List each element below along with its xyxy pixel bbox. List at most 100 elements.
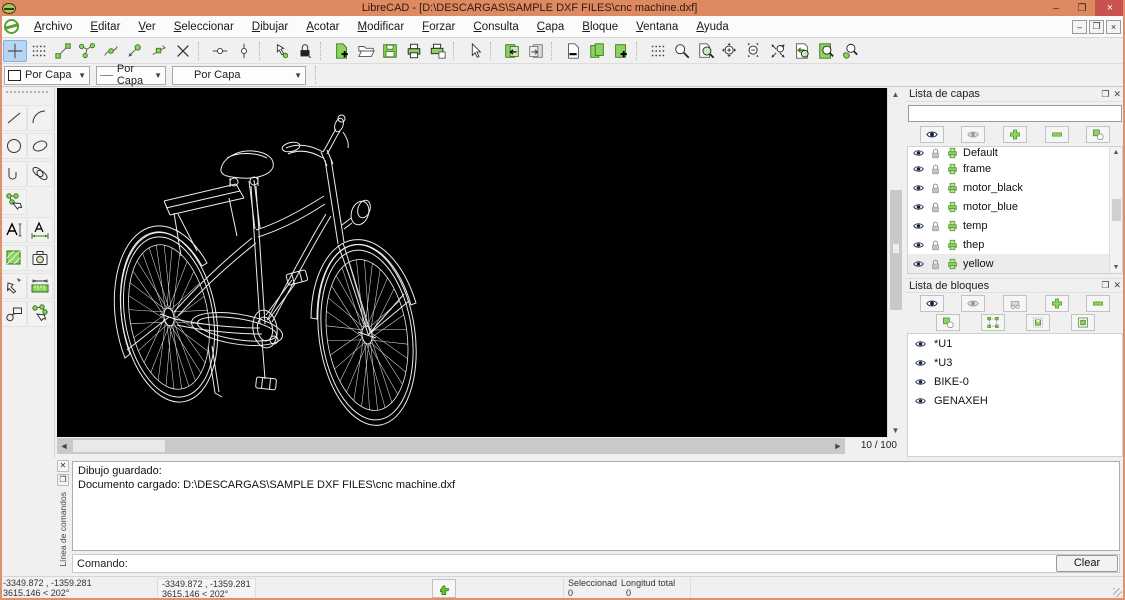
save-button[interactable]: [378, 40, 402, 62]
grab-mode-button[interactable]: [432, 579, 456, 598]
dimension-tool-button[interactable]: [27, 217, 53, 243]
open-file-button[interactable]: [354, 40, 378, 62]
eye-icon[interactable]: [912, 220, 925, 232]
snap-endpoint-button[interactable]: [51, 40, 75, 62]
maximize-button[interactable]: ❐: [1069, 1, 1095, 15]
zoom-auto-button[interactable]: [766, 40, 790, 62]
menu-acotar[interactable]: Acotar: [297, 18, 348, 36]
hatch-tool-button[interactable]: [1, 245, 27, 271]
print-icon[interactable]: [946, 201, 959, 213]
snap-grid-button[interactable]: [27, 40, 51, 62]
linewidth-combobox[interactable]: Por Capa ▼: [96, 66, 166, 85]
close-drawing-button[interactable]: [561, 40, 585, 62]
scroll-down-icon[interactable]: ▼: [1113, 264, 1120, 271]
drawing-canvas[interactable]: [57, 88, 887, 437]
palette-drag-handle[interactable]: [6, 91, 48, 97]
zoom-pan-button[interactable]: [838, 40, 862, 62]
menu-consulta[interactable]: Consulta: [464, 18, 527, 36]
menu-bloque[interactable]: Bloque: [573, 18, 627, 36]
eye-icon[interactable]: [914, 338, 927, 350]
arc-tool-button[interactable]: [27, 105, 53, 131]
lock-icon[interactable]: [929, 239, 942, 251]
float-panel-icon[interactable]: ❐: [1101, 280, 1109, 291]
print-preview-button[interactable]: [426, 40, 450, 62]
layer-list-scrollbar[interactable]: ▲ ▼: [1109, 147, 1122, 273]
show-all-layers-button[interactable]: [920, 126, 944, 143]
menu-seleccionar[interactable]: Seleccionar: [165, 18, 243, 36]
hide-all-layers-button[interactable]: [961, 126, 985, 143]
menu-archivo[interactable]: Archivo: [25, 18, 81, 36]
new-file-button[interactable]: [330, 40, 354, 62]
close-button[interactable]: ×: [1095, 0, 1125, 16]
close-panel-icon[interactable]: ✕: [1113, 280, 1121, 291]
command-input[interactable]: [134, 556, 1056, 571]
print-icon[interactable]: [946, 147, 959, 159]
scroll-up-icon[interactable]: ▲: [1113, 149, 1120, 156]
menu-ayuda[interactable]: Ayuda: [687, 18, 737, 36]
remove-layer-button[interactable]: [1045, 126, 1069, 143]
print-icon[interactable]: [946, 220, 959, 232]
zoom-page-button[interactable]: [814, 40, 838, 62]
block-row[interactable]: GENAXEH: [908, 391, 1122, 410]
measure-tool-button[interactable]: [27, 273, 53, 299]
duplicate-drawing-button[interactable]: [585, 40, 609, 62]
edit-layer-button[interactable]: [1086, 126, 1110, 143]
set-relative-zero-button[interactable]: [269, 40, 293, 62]
vscroll-thumb[interactable]: [890, 190, 902, 310]
spline-tool-button[interactable]: [1, 161, 27, 187]
print-icon[interactable]: [946, 163, 959, 175]
layer-row-selected[interactable]: yellow: [908, 254, 1122, 273]
save-block-button[interactable]: [1026, 314, 1050, 331]
canvas-vertical-scrollbar[interactable]: ▲ ▼: [887, 88, 903, 437]
lock-icon[interactable]: [929, 147, 942, 159]
rename-block-button[interactable]: [936, 314, 960, 331]
scroll-down-icon[interactable]: ▼: [888, 424, 903, 437]
circle-tool-button[interactable]: [1, 133, 27, 159]
lock-icon[interactable]: [929, 182, 942, 194]
menu-modificar[interactable]: Modificar: [348, 18, 413, 36]
print-icon[interactable]: [946, 258, 959, 270]
image-tool-button[interactable]: [27, 245, 53, 271]
eye-icon[interactable]: [914, 395, 927, 407]
eye-icon[interactable]: [912, 182, 925, 194]
menu-ver[interactable]: Ver: [129, 18, 164, 36]
eye-icon[interactable]: [912, 239, 925, 251]
lock-icon[interactable]: [929, 258, 942, 270]
block-tool-button[interactable]: [1, 301, 27, 327]
menu-ventana[interactable]: Ventana: [627, 18, 687, 36]
close-panel-icon[interactable]: ✕: [1113, 89, 1121, 100]
menu-forzar[interactable]: Forzar: [413, 18, 464, 36]
eye-icon[interactable]: [914, 376, 927, 388]
snap-distance-button[interactable]: [147, 40, 171, 62]
create-block-button[interactable]: [1003, 295, 1027, 312]
show-all-blocks-button[interactable]: [920, 295, 944, 312]
layer-row[interactable]: frame: [908, 159, 1122, 178]
add-drawing-button[interactable]: [609, 40, 633, 62]
layer-row[interactable]: Default: [908, 147, 1122, 159]
close-dock-icon[interactable]: ✕: [57, 460, 69, 472]
zoom-previous-button[interactable]: [790, 40, 814, 62]
scroll-up-icon[interactable]: ▲: [888, 88, 903, 101]
eye-icon[interactable]: [912, 147, 925, 159]
snap-middle-button[interactable]: [123, 40, 147, 62]
zoom-button[interactable]: [670, 40, 694, 62]
block-row[interactable]: *U3: [908, 353, 1122, 372]
insert-block-button[interactable]: [1071, 314, 1095, 331]
canvas-horizontal-scrollbar[interactable]: ◄ ► 10 / 100: [57, 438, 903, 454]
add-layer-button[interactable]: [1003, 126, 1027, 143]
hscroll-thumb[interactable]: [73, 440, 165, 452]
eye-icon[interactable]: [914, 357, 927, 369]
block-row[interactable]: *U1: [908, 334, 1122, 353]
zoom-out-button[interactable]: [742, 40, 766, 62]
float-panel-icon[interactable]: ❐: [1101, 89, 1109, 100]
text-tool-button[interactable]: [1, 217, 27, 243]
mdi-restore-button[interactable]: ❐: [1089, 20, 1104, 34]
restrict-vertical-button[interactable]: [232, 40, 256, 62]
print-button[interactable]: [402, 40, 426, 62]
polyline-tool-button[interactable]: [1, 189, 27, 215]
scroll-left-icon[interactable]: ◄: [57, 441, 71, 451]
lock-icon[interactable]: [929, 220, 942, 232]
hide-all-blocks-button[interactable]: [961, 295, 985, 312]
block-edit-tool-button[interactable]: [27, 301, 53, 327]
print-icon[interactable]: [946, 182, 959, 194]
